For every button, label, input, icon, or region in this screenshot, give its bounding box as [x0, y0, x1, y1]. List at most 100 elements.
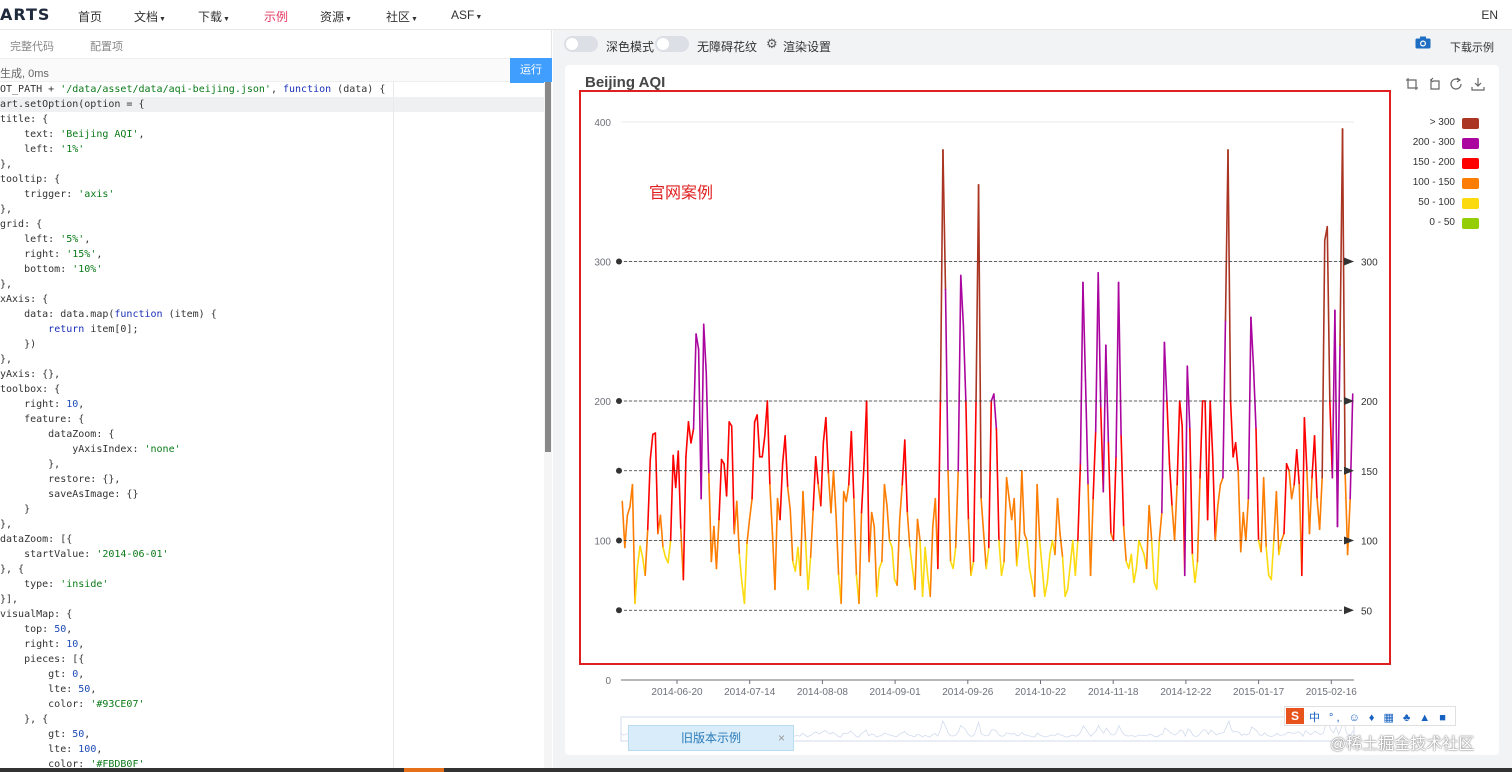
close-icon[interactable]: ×	[778, 726, 785, 750]
code-line: gt: 50,	[0, 729, 91, 740]
code-line: lte: 50,	[0, 684, 97, 695]
code-editor-panel: 完整代码 配置项 生成, 0ms 运行 OT_PATH + '/data/ass…	[0, 30, 552, 772]
caret-down-icon: ▼	[345, 16, 352, 23]
nav-examples-label: 示例	[264, 10, 289, 24]
code-line: left: '1%'	[0, 144, 85, 155]
caret-down-icon: ▼	[223, 16, 230, 23]
top-nav: ARTS 首页 文档▼ 下载▼ 示例 资源▼ 社区▼ ASF▼ EN	[0, 0, 1512, 30]
code-line: type: 'inside'	[0, 579, 109, 590]
nav-resources-label: 资源	[320, 10, 345, 24]
code-line: yAxis: {},	[0, 369, 61, 380]
code-line: dataZoom: [{	[0, 534, 73, 545]
code-line: top: 50,	[0, 624, 73, 635]
code-line: trigger: 'axis'	[0, 189, 115, 200]
camera-icon[interactable]	[1415, 36, 1431, 49]
ime-toolbar[interactable]: S 中 °, ☺ ♦ ▦ ♣ ▲ ■	[1284, 706, 1456, 726]
code-line: dataZoom: {	[0, 429, 115, 440]
code-line: pieces: [{	[0, 654, 85, 665]
code-divider	[393, 82, 394, 772]
download-example-button[interactable]: 下载示例	[1450, 39, 1494, 55]
code-line: visualMap: {	[0, 609, 73, 620]
dark-mode-label: 深色模式	[606, 40, 655, 54]
code-line: },	[0, 354, 13, 365]
x-tick-label: 2014-12-22	[1160, 687, 1212, 698]
decal-toggle[interactable]	[655, 36, 689, 52]
taskbar-active	[404, 768, 444, 772]
code-line: title: {	[0, 114, 49, 125]
sogou-logo-icon[interactable]: S	[1286, 708, 1304, 724]
editor-scrollbar-thumb[interactable]	[545, 82, 551, 452]
nav-community[interactable]: 社区▼	[386, 8, 418, 25]
x-tick-label: 2015-01-17	[1233, 687, 1285, 698]
code-area[interactable]: OT_PATH + '/data/asset/data/aqi-beijing.…	[0, 82, 544, 772]
nav-home[interactable]: 首页	[78, 8, 102, 25]
tab-full-code[interactable]: 完整代码	[10, 38, 54, 54]
code-line: toolbox: {	[0, 384, 61, 395]
code-line: art.setOption(option = {	[0, 97, 544, 112]
echarts-logo[interactable]: ARTS	[0, 5, 50, 24]
code-line: right: '15%',	[0, 249, 103, 260]
caret-down-icon: ▼	[411, 16, 418, 23]
watermark: @稀土掘金技术社区	[1330, 736, 1475, 753]
code-line: }],	[0, 594, 19, 605]
code-line: tooltip: {	[0, 174, 61, 185]
code-line: feature: {	[0, 414, 85, 425]
tab-options[interactable]: 配置项	[90, 38, 123, 54]
code-line: yAxisIndex: 'none'	[0, 444, 181, 455]
language-switch[interactable]: EN	[1481, 8, 1498, 22]
run-button[interactable]: 运行	[510, 58, 552, 83]
render-settings-label[interactable]: 渲染设置	[783, 38, 831, 55]
y-tick-label: 0	[605, 676, 611, 687]
caret-down-icon: ▼	[159, 16, 166, 23]
code-line: },	[0, 159, 13, 170]
code-line: data: data.map(function (item) {	[0, 309, 217, 320]
code-line: left: '5%',	[0, 234, 91, 245]
chart-card: Beijing AQI > 300 200 - 300 150 - 200 100 -…	[565, 65, 1499, 755]
x-tick-label: 2014-07-14	[724, 687, 776, 698]
decal-label: 无障碍花纹	[697, 40, 758, 54]
preview-panel: 深色模式 无障碍花纹 ⚙ 渲染设置 下载示例 Beijing AQI > 300…	[553, 30, 1512, 772]
nav-download[interactable]: 下载▼	[198, 8, 230, 25]
code-line: lte: 100,	[0, 744, 103, 755]
code-line: saveAsImage: {}	[0, 489, 139, 500]
code-line: right: 10,	[0, 399, 85, 410]
x-tick-label: 2014-09-26	[942, 687, 994, 698]
nav-download-label: 下载	[198, 10, 223, 24]
nav-examples[interactable]: 示例	[264, 8, 288, 25]
code-line: bottom: '10%'	[0, 264, 103, 275]
code-line: color: '#93CE07'	[0, 699, 145, 710]
code-line: }, {	[0, 564, 25, 575]
x-tick-label: 2015-02-16	[1306, 687, 1358, 698]
annotation-text: 官网案例	[649, 185, 714, 202]
annotation-box	[579, 90, 1391, 665]
old-version-button[interactable]: 旧版本示例 ×	[628, 725, 794, 751]
caret-down-icon: ▼	[475, 14, 483, 21]
x-tick-label: 2014-10-22	[1015, 687, 1067, 698]
preview-toolbar: 深色模式 无障碍花纹 ⚙ 渲染设置 下载示例	[553, 30, 1512, 60]
code-line: }, {	[0, 714, 49, 725]
gear-icon[interactable]: ⚙	[766, 36, 778, 52]
taskbar-strip	[0, 768, 1512, 772]
code-line: return item[0];	[48, 324, 139, 335]
nav-asf[interactable]: ASF▼	[451, 8, 482, 22]
x-tick-label: 2014-06-20	[651, 687, 703, 698]
nav-resources[interactable]: 资源▼	[320, 8, 352, 25]
nav-docs[interactable]: 文档▼	[134, 8, 166, 25]
code-line: right: 10,	[0, 639, 85, 650]
code-line: },	[0, 279, 13, 290]
nav-home-label: 首页	[78, 10, 103, 24]
code-line: }	[0, 504, 31, 515]
code-line: gt: 0,	[0, 669, 85, 680]
code-line: OT_PATH + '/data/asset/data/aqi-beijing.…	[0, 84, 386, 95]
old-version-label: 旧版本示例	[680, 731, 741, 745]
editor-tabs: 完整代码 配置项	[0, 30, 552, 58]
code-line: },	[0, 204, 13, 215]
ime-status[interactable]: 中 °, ☺ ♦ ▦ ♣ ▲ ■	[1309, 709, 1449, 725]
code-line: text: 'Beijing AQI',	[0, 129, 145, 140]
code-line: },	[0, 519, 13, 530]
dark-mode-toggle[interactable]	[564, 36, 598, 52]
nav-asf-label: ASF	[451, 8, 475, 22]
x-tick-label: 2014-11-18	[1088, 687, 1139, 698]
x-tick-label: 2014-08-08	[797, 687, 849, 698]
code-line: startValue: '2014-06-01'	[0, 549, 169, 560]
